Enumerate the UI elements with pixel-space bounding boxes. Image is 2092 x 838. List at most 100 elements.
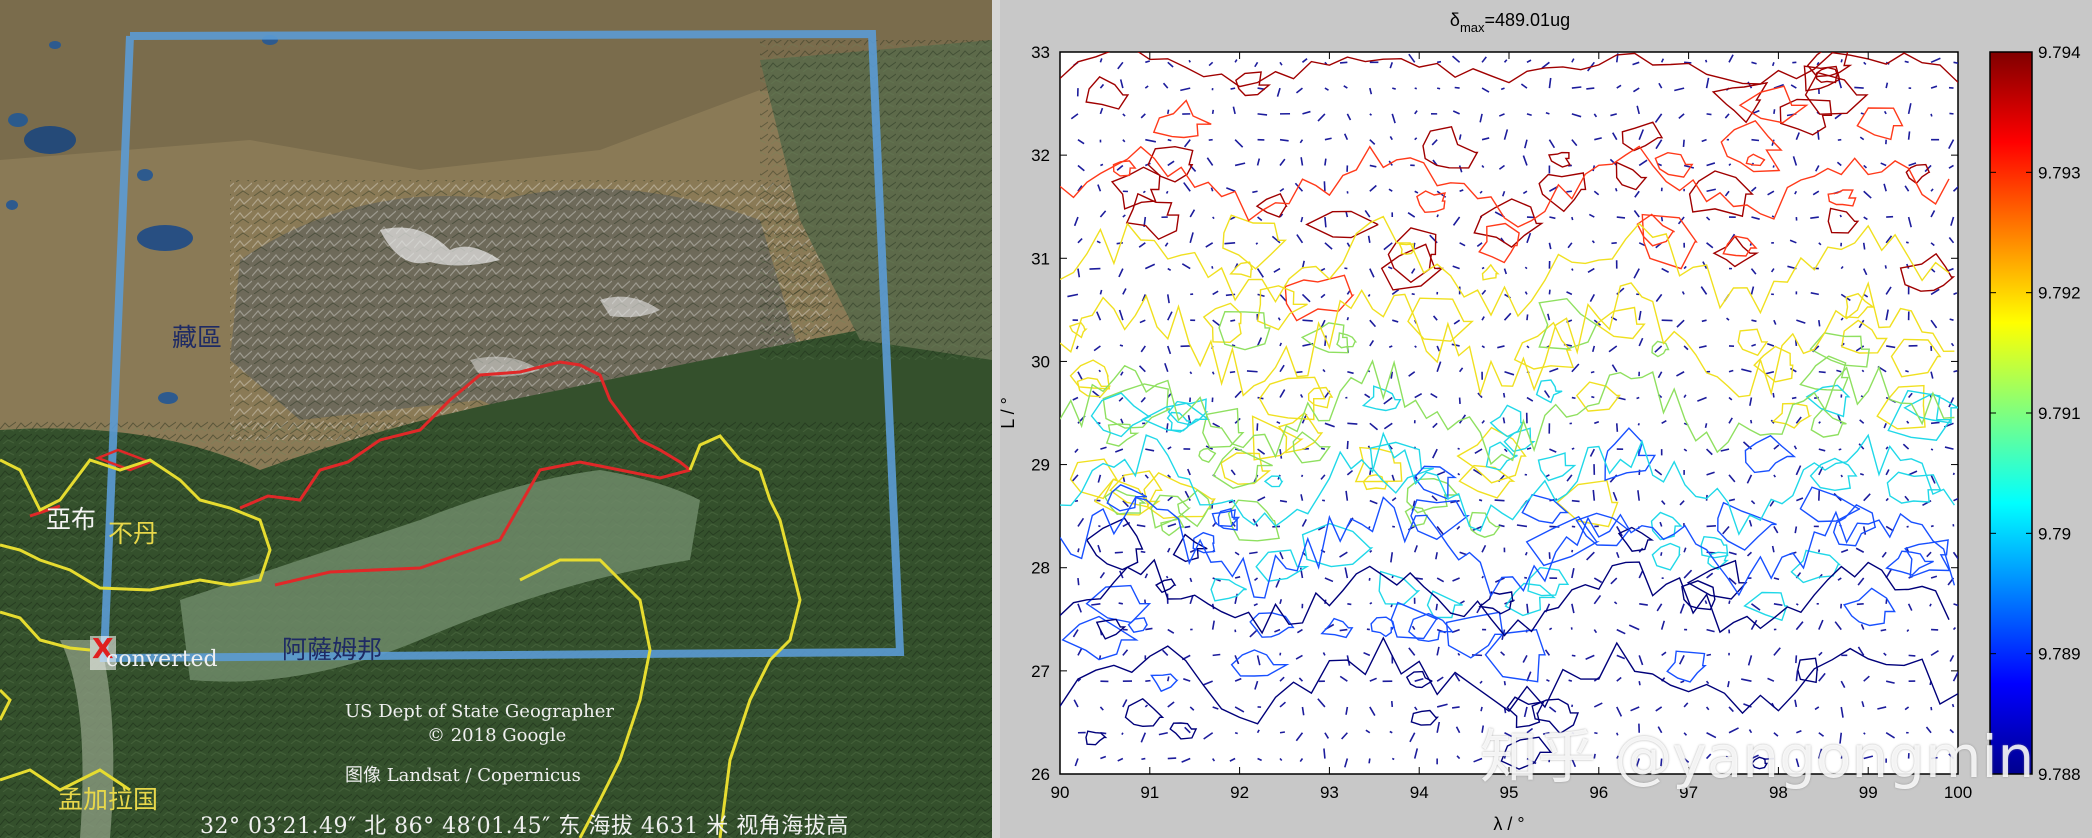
quiver-arrow bbox=[1234, 731, 1238, 735]
quiver-arrow bbox=[1856, 603, 1864, 606]
quiver-arrow bbox=[1119, 344, 1124, 347]
quiver-arrow bbox=[1773, 109, 1776, 114]
quiver-arrow bbox=[1526, 447, 1532, 450]
quiver-arrow bbox=[1930, 448, 1934, 451]
screenshot-composite: 藏區 亞布 不丹 阿薩姆邦 孟加拉国 X converted US Dept o… bbox=[0, 0, 2092, 838]
colorbar-tick-label: 9.789 bbox=[2038, 645, 2081, 664]
quiver-arrow bbox=[1252, 190, 1258, 194]
quiver-arrow bbox=[1566, 190, 1572, 193]
plot-axes bbox=[1059, 51, 1959, 775]
quiver-arrow bbox=[1905, 369, 1909, 373]
quiver-arrow bbox=[1165, 190, 1169, 194]
quiver-arrow bbox=[1859, 473, 1864, 476]
quiver-arrow bbox=[1436, 87, 1441, 90]
quiver-arrow bbox=[1545, 111, 1550, 115]
quiver-arrow bbox=[1140, 550, 1146, 554]
quiver-arrow bbox=[1368, 758, 1371, 764]
colorbar-tick-label: 9.793 bbox=[2038, 163, 2081, 182]
quiver-arrow bbox=[1568, 679, 1573, 682]
plot-figure: δmax=489.01ug 90 91 92 93 94 95 96 97 98 99 100 26… bbox=[1000, 0, 2092, 838]
quiver-arrow bbox=[1367, 293, 1371, 297]
quiver-arrow bbox=[1165, 575, 1169, 579]
quiver-arrow bbox=[1704, 59, 1708, 63]
quiver-arrow bbox=[1854, 86, 1864, 89]
title-symbol: δ bbox=[1450, 10, 1460, 30]
quiver-arrow bbox=[1369, 601, 1373, 605]
quiver-arrow bbox=[1840, 59, 1843, 63]
quiver-arrow bbox=[1860, 112, 1864, 115]
quiver-arrow bbox=[1346, 440, 1349, 450]
quiver-arrow bbox=[1451, 706, 1460, 709]
quiver-arrow bbox=[1880, 628, 1887, 632]
quiver-arrow bbox=[1141, 757, 1146, 761]
quiver-arrow bbox=[1300, 474, 1304, 478]
quiver-arrow bbox=[1771, 215, 1775, 218]
quiver-arrow bbox=[1184, 525, 1191, 529]
quiver-arrow bbox=[1861, 369, 1865, 373]
quiver-arrow bbox=[1339, 61, 1348, 64]
quiver-arrow bbox=[1414, 345, 1417, 349]
quiver-arrow bbox=[1347, 422, 1358, 425]
quiver-arrow bbox=[1838, 448, 1842, 451]
quiver-arrow bbox=[1904, 60, 1909, 64]
map-view[interactable]: 藏區 亞布 不丹 阿薩姆邦 孟加拉国 X converted US Dept o… bbox=[0, 0, 992, 838]
quiver-arrow bbox=[1772, 392, 1775, 398]
attribution-line: 图像 Landsat / Copernicus bbox=[345, 765, 581, 786]
quiver-arrow bbox=[1188, 59, 1191, 63]
quiver-arrow bbox=[1929, 603, 1932, 607]
y-tick-label: 32 bbox=[1031, 146, 1050, 165]
quiver-arrow bbox=[1728, 600, 1731, 605]
quiver-arrow bbox=[1862, 242, 1866, 250]
quiver-arrow bbox=[1590, 370, 1595, 374]
quiver-arrow bbox=[1324, 216, 1327, 228]
quiver-arrow bbox=[1478, 499, 1483, 502]
map-label-bhutan: 不丹 bbox=[108, 519, 159, 548]
quiver-arrow bbox=[1636, 396, 1640, 400]
quiver-arrow bbox=[1077, 548, 1080, 553]
y-tick-label: 26 bbox=[1031, 765, 1050, 784]
quiver-arrow bbox=[1953, 61, 1958, 64]
quiver-arrow bbox=[1571, 216, 1574, 221]
quiver-arrow bbox=[1457, 472, 1461, 476]
quiver-arrow bbox=[1279, 499, 1288, 503]
quiver-arrow bbox=[1320, 447, 1326, 450]
y-tick-label: 27 bbox=[1031, 662, 1050, 681]
quiver-arrow bbox=[1953, 370, 1958, 373]
quiver-arrow bbox=[1706, 113, 1712, 116]
quiver-arrow bbox=[1296, 370, 1303, 374]
quiver-arrow bbox=[1840, 474, 1843, 478]
quiver-arrow bbox=[1704, 423, 1708, 429]
y-tick-label: 29 bbox=[1031, 456, 1050, 475]
quiver-arrow bbox=[1706, 653, 1712, 657]
pane-divider bbox=[992, 0, 1000, 838]
colorbar-tick-label: 9.794 bbox=[2038, 43, 2081, 62]
quiver-arrow bbox=[1751, 138, 1760, 142]
quiver-arrow bbox=[1616, 216, 1626, 219]
quiver-arrow bbox=[1571, 654, 1576, 657]
quiver-arrow bbox=[1437, 60, 1442, 64]
quiver-arrow bbox=[1701, 319, 1707, 323]
placemark-label[interactable]: converted bbox=[106, 647, 218, 672]
quiver-arrow bbox=[1611, 242, 1617, 245]
map-label-place: 亞布 bbox=[46, 505, 97, 534]
quiver-arrow bbox=[1166, 109, 1170, 115]
quiver-arrow bbox=[1571, 86, 1582, 89]
quiver-arrow bbox=[1638, 681, 1641, 686]
quiver-arrow bbox=[1771, 62, 1775, 67]
quiver-arrow bbox=[1614, 187, 1618, 192]
quiver-arrow bbox=[1077, 577, 1080, 586]
quiver-arrow bbox=[1502, 392, 1506, 398]
quiver-arrow bbox=[1165, 423, 1169, 433]
quiver-arrow bbox=[1795, 603, 1799, 606]
quiver-arrow bbox=[1637, 423, 1640, 426]
colorbar-tick-label: 9.791 bbox=[2038, 404, 2081, 423]
quiver-arrow bbox=[1257, 113, 1268, 116]
x-tick-label: 94 bbox=[1410, 783, 1429, 802]
quiver-arrow bbox=[1392, 87, 1396, 90]
map-status-bar: 32° 03′21.49″ 北 86° 48′01.45″ 东 海拔 4631 … bbox=[200, 814, 849, 838]
x-axis-label: λ / ° bbox=[1493, 814, 1524, 834]
quiver-arrow bbox=[1818, 320, 1821, 327]
quiver-arrow bbox=[1211, 109, 1215, 115]
quiver-arrow bbox=[1167, 138, 1172, 142]
quiver-arrow bbox=[1571, 268, 1574, 271]
